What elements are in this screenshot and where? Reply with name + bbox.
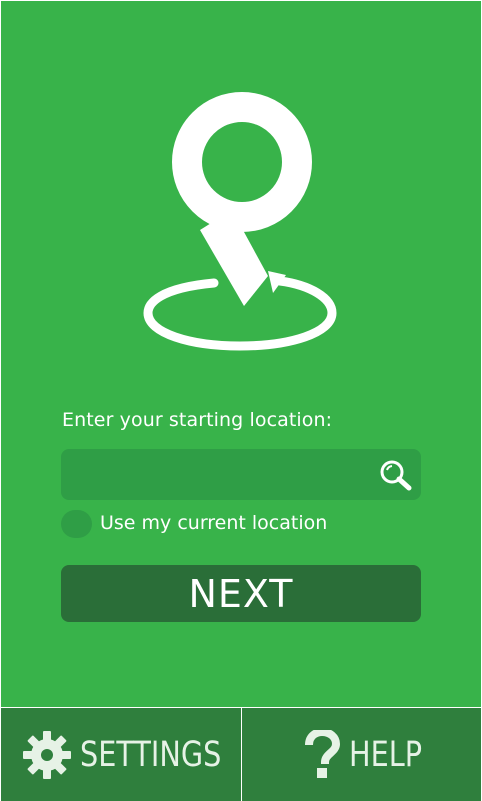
location-search-box[interactable] <box>61 449 421 502</box>
current-location-label[interactable]: Use my current location <box>100 512 327 534</box>
location-pin-icon <box>143 92 337 351</box>
settings-label: SETTINGS <box>79 734 222 775</box>
question-icon <box>305 729 341 778</box>
help-tab[interactable]: HELP <box>240 708 482 801</box>
location-input[interactable] <box>73 449 377 502</box>
help-label: HELP <box>349 734 423 775</box>
location-label: Enter your starting location: <box>62 409 333 431</box>
settings-tab[interactable]: SETTINGS <box>1 708 241 801</box>
search-icon[interactable] <box>378 458 412 492</box>
gear-icon <box>22 730 71 779</box>
bottom-bar: SETTINGS HELP <box>1 707 481 801</box>
next-button[interactable]: NEXT <box>61 565 421 622</box>
current-location-checkbox[interactable] <box>61 510 92 538</box>
